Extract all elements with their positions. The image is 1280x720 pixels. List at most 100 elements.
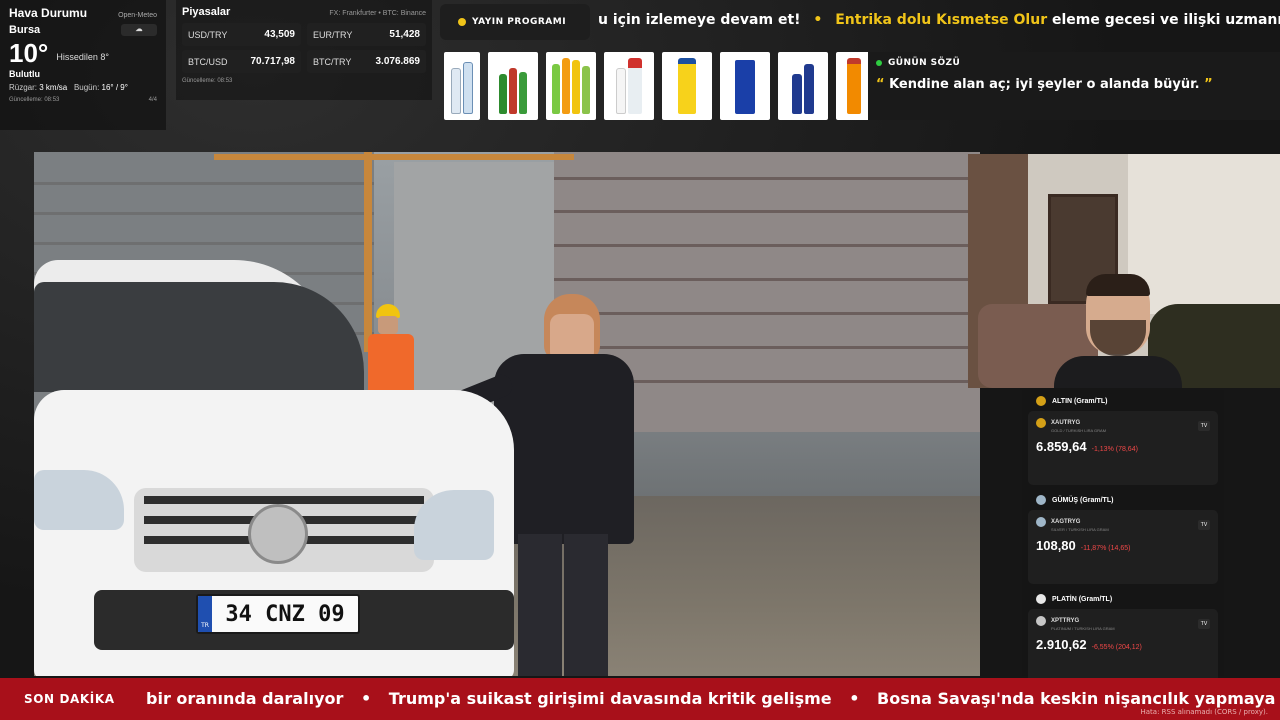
- sponsor-products: [444, 52, 872, 120]
- metal-price: 2.910,62: [1036, 637, 1087, 652]
- weather-title: Hava Durumu: [9, 6, 88, 20]
- market-item: EUR/TRY 51,428: [307, 23, 426, 46]
- weather-temperature: 10°: [9, 38, 49, 68]
- market-key: USD/TRY: [188, 29, 228, 40]
- metal-code: XAGTRYG: [1051, 519, 1081, 525]
- cloud-icon: ☁: [121, 24, 157, 36]
- schedule-badge: YAYIN PROGRAMI: [440, 4, 590, 40]
- ticker-separator: •: [813, 12, 823, 28]
- medal-gold-icon: [1036, 396, 1046, 406]
- breaking-label-box: SON DAKİKA: [0, 678, 140, 720]
- weather-condition: Bulutlu: [9, 69, 40, 79]
- metal-subtitle: GOLD / TURKISH LIRA GRAM: [1051, 428, 1107, 433]
- market-item: BTC/USD 70.717,98: [182, 50, 301, 73]
- silver-coin-icon: [1036, 517, 1046, 527]
- badge-dot-icon: [458, 18, 466, 26]
- market-key: BTC/USD: [188, 56, 228, 67]
- quote-open-mark: “: [876, 77, 885, 92]
- news-separator: •: [360, 689, 372, 708]
- weather-page: 4/4: [148, 97, 157, 103]
- metal-title: ALTIN (Gram/TL): [1052, 397, 1108, 405]
- news-item: bir oranında daralıyor: [146, 689, 344, 708]
- product-water-image: [444, 52, 480, 120]
- weather-updated: Güncelleme: 08:53: [9, 97, 60, 103]
- weather-details: Rüzgar: 3 km/sa Bugün: 16° / 9°: [9, 83, 157, 92]
- markets-updated: Güncelleme: 08:53: [182, 78, 233, 84]
- metal-title: GÜMÜŞ (Gram/TL): [1052, 496, 1114, 504]
- webcam-feed: [968, 154, 1280, 388]
- metals-panel: ALTIN (Gram/TL) XAUTRYG GOLD / TURKISH L…: [1022, 390, 1224, 683]
- tradingview-icon[interactable]: TV: [1198, 619, 1210, 629]
- metal-change: -1,13% (78,64): [1091, 446, 1138, 453]
- product-red-bottle-image: [604, 52, 654, 120]
- metal-card-silver: GÜMÜŞ (Gram/TL) XAGTRYG SILVER / TURKISH…: [1028, 495, 1218, 584]
- metal-title: PLATİN (Gram/TL): [1052, 595, 1113, 603]
- metal-price: 108,80: [1036, 538, 1076, 553]
- markets-title: Piyasalar: [182, 6, 231, 18]
- weather-feels-like: Hissedilen 8°: [56, 52, 109, 62]
- weather-source: Open-Meteo: [118, 12, 157, 19]
- schedule-badge-label: YAYIN PROGRAMI: [472, 17, 567, 27]
- license-plate: TR 34 CNZ 09: [196, 594, 360, 634]
- top-ticker-text: u için izlemeye devam et! • Entrika dolu…: [598, 12, 1280, 28]
- breaking-label: SON DAKİKA: [24, 692, 115, 706]
- weather-city: Bursa: [9, 24, 41, 36]
- plate-country: TR: [198, 596, 212, 632]
- breaking-news-bar: SON DAKİKA bir oranında daralıyor • Trum…: [0, 678, 1280, 720]
- crane-arm: [214, 154, 574, 160]
- metal-change: -6,55% (204,12): [1091, 644, 1142, 651]
- wind-value: 3 km/sa: [39, 83, 68, 92]
- metal-code: XPTTRYG: [1051, 618, 1080, 624]
- today-label: Bugün:: [73, 83, 100, 92]
- product-blue-bottles-image: [778, 52, 828, 120]
- metal-price: 6.859,64: [1036, 439, 1087, 454]
- gold-coin-icon: [1036, 418, 1046, 428]
- market-item: BTC/TRY 3.076.869: [307, 50, 426, 73]
- tradingview-icon[interactable]: TV: [1198, 520, 1210, 530]
- metal-subtitle: PLATINUM / TURKISH LIRA GRAM: [1051, 626, 1115, 631]
- quote-body: Kendine alan aç; iyi şeyler o alanda büy…: [889, 77, 1200, 92]
- quote-text: “ Kendine alan aç; iyi şeyler o alanda b…: [876, 77, 1272, 92]
- news-item: Trump'a suikast girişimi davasında kriti…: [388, 689, 832, 708]
- breaking-news-ticker: bir oranında daralıyor • Trump'a suikast…: [146, 689, 1280, 708]
- quote-dot-icon: [876, 60, 882, 66]
- market-key: BTC/TRY: [313, 56, 352, 67]
- tradingview-icon[interactable]: TV: [1198, 421, 1210, 431]
- quote-title: GÜNÜN SÖZÜ: [888, 58, 961, 68]
- platinum-dot-icon: [1036, 594, 1046, 604]
- weather-widget: Hava Durumu Open-Meteo Bursa ☁ 10° Hisse…: [0, 0, 166, 130]
- product-orange-bottle-image: [836, 52, 872, 120]
- product-juice-pack-image: [546, 52, 596, 120]
- metal-card-gold: ALTIN (Gram/TL) XAUTRYG GOLD / TURKISH L…: [1028, 396, 1218, 485]
- top-ticker: YAYIN PROGRAMI u için izlemeye devam et!…: [440, 0, 1280, 44]
- metal-card-platinum: PLATİN (Gram/TL) XPTTRYG PLATINUM / TURK…: [1028, 594, 1218, 683]
- market-value: 43,509: [264, 29, 295, 40]
- quote-widget: GÜNÜN SÖZÜ “ Kendine alan aç; iyi şeyler…: [868, 52, 1280, 120]
- markets-source: FX: Frankfurter • BTC: Binance: [329, 10, 426, 17]
- medal-silver-icon: [1036, 495, 1046, 505]
- product-soda-pack-image: [488, 52, 538, 120]
- streamer-avatar: [1054, 274, 1182, 388]
- plate-number: 34 CNZ 09: [225, 601, 345, 627]
- ticker-segment: u için izlemeye devam et!: [598, 12, 801, 28]
- market-value: 3.076.869: [375, 56, 421, 67]
- ticker-highlight: Entrika dolu Kısmetse Olur: [835, 12, 1048, 28]
- quote-close-mark: ”: [1204, 77, 1213, 92]
- main-video-player[interactable]: TR 34 CNZ 09: [34, 152, 980, 676]
- product-yellow-bottle-image: [662, 52, 712, 120]
- market-item: USD/TRY 43,509: [182, 23, 301, 46]
- rss-error-note: Hata: RSS alınamadı (CORS / proxy).: [1140, 708, 1269, 716]
- market-key: EUR/TRY: [313, 29, 353, 40]
- news-item: Bosna Savaşı'nda keskin nişancılık yapma…: [877, 689, 1280, 708]
- markets-widget: Piyasalar FX: Frankfurter • BTC: Binance…: [176, 0, 432, 100]
- stream-overlay: Hava Durumu Open-Meteo Bursa ☁ 10° Hisse…: [0, 0, 1280, 720]
- product-blue-can-image: [720, 52, 770, 120]
- wind-label: Rüzgar:: [9, 83, 38, 92]
- white-suv: TR 34 CNZ 09: [34, 260, 514, 676]
- market-value: 70.717,98: [250, 56, 296, 67]
- ticker-segment: eleme gecesi ve ilişki uzmanı Ferh: [1051, 12, 1280, 28]
- platinum-coin-icon: [1036, 616, 1046, 626]
- metal-subtitle: SILVER / TURKISH LIRA GRAM: [1051, 527, 1109, 532]
- today-value: 16° / 9°: [101, 83, 128, 92]
- market-value: 51,428: [389, 29, 420, 40]
